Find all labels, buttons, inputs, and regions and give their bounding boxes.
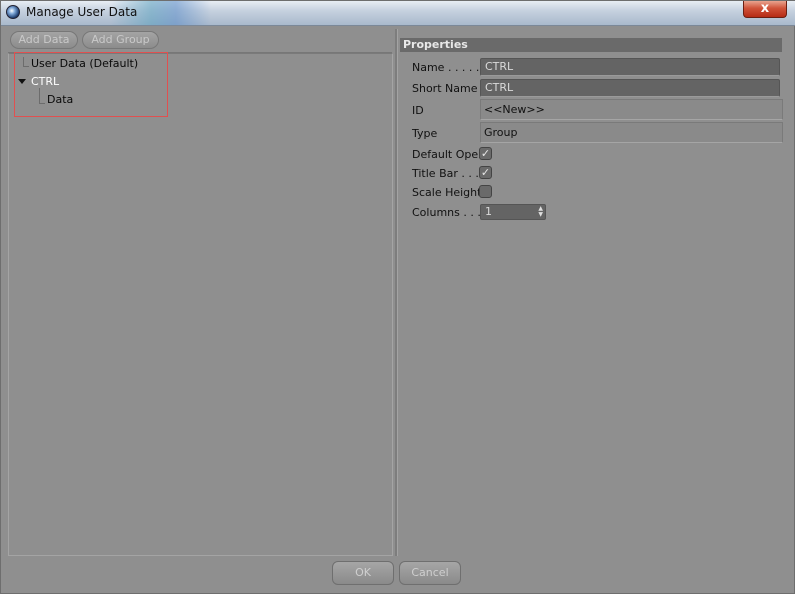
name-label: Name . . . . . . bbox=[412, 61, 487, 74]
cancel-button[interactable]: Cancel bbox=[399, 561, 461, 585]
default-open-label: Default Open bbox=[412, 148, 486, 161]
add-group-button[interactable]: Add Group bbox=[82, 31, 159, 49]
user-data-tree-panel[interactable] bbox=[8, 53, 393, 556]
name-field[interactable]: CTRL bbox=[480, 58, 780, 76]
ok-button[interactable]: OK bbox=[332, 561, 394, 585]
short-name-label: Short Name bbox=[412, 82, 478, 95]
manage-user-data-window: Manage User Data x Add Data Add Group Us… bbox=[0, 0, 795, 594]
checkmark-icon: ✓ bbox=[480, 147, 491, 160]
close-button[interactable]: x bbox=[743, 1, 787, 18]
short-name-field[interactable]: CTRL bbox=[480, 79, 780, 97]
type-field: Group bbox=[480, 122, 783, 143]
default-open-checkbox[interactable]: ✓ bbox=[479, 147, 492, 160]
type-label: Type bbox=[412, 127, 438, 140]
properties-header: Properties bbox=[400, 38, 782, 52]
add-data-button[interactable]: Add Data bbox=[10, 31, 78, 49]
app-icon bbox=[6, 5, 20, 19]
scale-height-checkbox[interactable] bbox=[479, 185, 492, 198]
up-down-arrows-icon[interactable]: ▲ ▼ bbox=[538, 206, 543, 218]
title-bar: Manage User Data x bbox=[1, 1, 795, 26]
id-label: ID bbox=[412, 104, 424, 117]
checkmark-icon: ✓ bbox=[480, 166, 491, 179]
title-bar-label: Title Bar . . . . bbox=[412, 167, 486, 180]
columns-stepper[interactable]: 1 ▲ ▼ bbox=[480, 204, 546, 220]
columns-value: 1 bbox=[485, 205, 492, 218]
panel-divider[interactable] bbox=[395, 29, 398, 556]
title-bar-checkbox[interactable]: ✓ bbox=[479, 166, 492, 179]
columns-label: Columns . . . . bbox=[412, 206, 488, 219]
window-title: Manage User Data bbox=[26, 5, 138, 19]
scale-height-label: Scale Height bbox=[412, 186, 482, 199]
id-field: <<New>> bbox=[480, 99, 783, 120]
selection-highlight-box bbox=[14, 52, 168, 117]
